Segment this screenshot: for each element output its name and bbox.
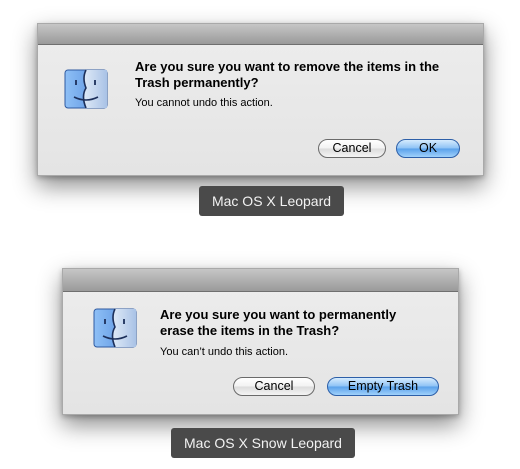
snow-leopard-dialog: Are you sure you want to permanently era… [62,268,459,415]
leopard-dialog: Are you sure you want to remove the item… [37,23,484,176]
ok-button[interactable]: OK [396,139,460,158]
leopard-title-line2: Trash permanently? [135,75,259,90]
finder-icon [64,69,108,109]
snow-leopard-caption: Mac OS X Snow Leopard [171,428,355,458]
snow-leopard-title: Are you sure you want to permanently era… [160,307,450,339]
cancel-button[interactable]: Cancel [233,377,315,396]
leopard-subtext: You cannot undo this action. [135,97,273,109]
leopard-caption: Mac OS X Leopard [199,186,344,216]
leopard-titlebar [38,24,483,45]
leopard-title: Are you sure you want to remove the item… [135,59,475,91]
leopard-title-line1: Are you sure you want to remove the item… [135,59,440,74]
empty-trash-button[interactable]: Empty Trash [327,377,439,396]
snow-leopard-title-line2: erase the items in the Trash? [160,323,340,338]
finder-icon [93,308,137,348]
snow-leopard-title-line1: Are you sure you want to permanently [160,307,397,322]
snow-leopard-titlebar [63,269,458,292]
snow-leopard-subtext: You can’t undo this action. [160,346,289,358]
cancel-button[interactable]: Cancel [318,139,386,158]
